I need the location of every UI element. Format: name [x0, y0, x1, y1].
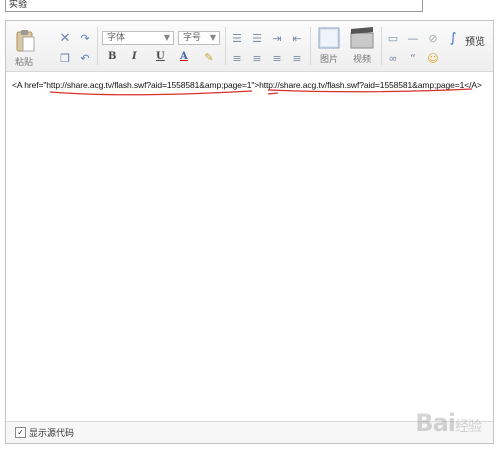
video-label: 视频	[352, 55, 371, 65]
watermark-logo: Bai经验	[415, 409, 482, 437]
toolbar-divider	[225, 27, 226, 65]
editor-toolbar: 粘贴 ✕ ↷ ❐ ↶ 字体 ▼ 字号 ▼ B I U A ✎ ☰ ☰ ⇥ ⇤ ≡…	[6, 21, 493, 72]
paste-icon[interactable]	[15, 29, 35, 53]
chevron-down-icon: ▼	[209, 33, 216, 42]
unordered-list-icon[interactable]: ☰	[250, 31, 264, 45]
font-size-value: 字号	[183, 33, 202, 43]
cut-icon[interactable]: ✕	[58, 31, 72, 46]
link-icon[interactable]: ∞	[386, 51, 400, 65]
toolbar-divider	[310, 27, 311, 65]
quote-icon[interactable]: “	[406, 51, 420, 65]
italic-button[interactable]: I	[132, 51, 137, 62]
source-code-area[interactable]: <A href="http://share.acg.tv/flash.swf?a…	[6, 72, 493, 421]
undo-icon[interactable]: ↶	[78, 51, 92, 65]
redo-icon[interactable]: ↷	[78, 31, 92, 45]
toolbar-divider	[97, 27, 98, 65]
font-family-select[interactable]: 字体 ▼	[102, 31, 174, 45]
align-justify-icon[interactable]: ≡	[290, 51, 304, 65]
bold-button[interactable]: B	[108, 51, 116, 62]
formula-icon[interactable]: ∫	[446, 31, 460, 46]
table-icon[interactable]: ▭	[386, 31, 400, 45]
title-input[interactable]: 实验	[5, 0, 423, 12]
font-color-button[interactable]: A	[180, 51, 188, 62]
align-left-icon[interactable]: ≡	[230, 51, 244, 65]
toolbar-divider	[381, 27, 382, 65]
underline-button[interactable]: U	[156, 51, 165, 62]
copy-icon[interactable]: ❐	[58, 51, 72, 65]
show-source-checkbox[interactable]: ✓	[15, 427, 26, 438]
font-family-value: 字体	[107, 33, 126, 43]
show-source-label: 显示源代码	[29, 429, 75, 439]
font-size-select[interactable]: 字号 ▼	[178, 31, 220, 45]
paste-label: 粘贴	[15, 58, 34, 68]
indent-icon[interactable]: ⇥	[270, 31, 284, 45]
outdent-icon[interactable]: ⇤	[290, 31, 304, 45]
align-center-icon[interactable]: ≡	[250, 51, 264, 65]
image-icon	[318, 27, 340, 49]
insert-image-button[interactable]: 图片	[318, 27, 340, 65]
ordered-list-icon[interactable]: ☰	[230, 31, 244, 45]
insert-video-button[interactable]: 视频	[350, 27, 374, 65]
horizontal-rule-icon[interactable]: —	[406, 31, 420, 45]
video-icon	[350, 27, 374, 49]
highlight-icon[interactable]: ✎	[202, 50, 216, 64]
eraser-icon[interactable]: ⊘	[426, 31, 440, 45]
preview-button[interactable]: 预览	[465, 33, 485, 48]
chevron-down-icon: ▼	[163, 33, 170, 42]
align-right-icon[interactable]: ≡	[270, 51, 284, 65]
emoticon-icon[interactable]: ☺	[426, 51, 440, 65]
rich-text-editor: 粘贴 ✕ ↷ ❐ ↶ 字体 ▼ 字号 ▼ B I U A ✎ ☰ ☰ ⇥ ⇤ ≡…	[5, 20, 494, 444]
red-underline-annotation	[49, 88, 473, 96]
image-label: 图片	[319, 55, 338, 65]
